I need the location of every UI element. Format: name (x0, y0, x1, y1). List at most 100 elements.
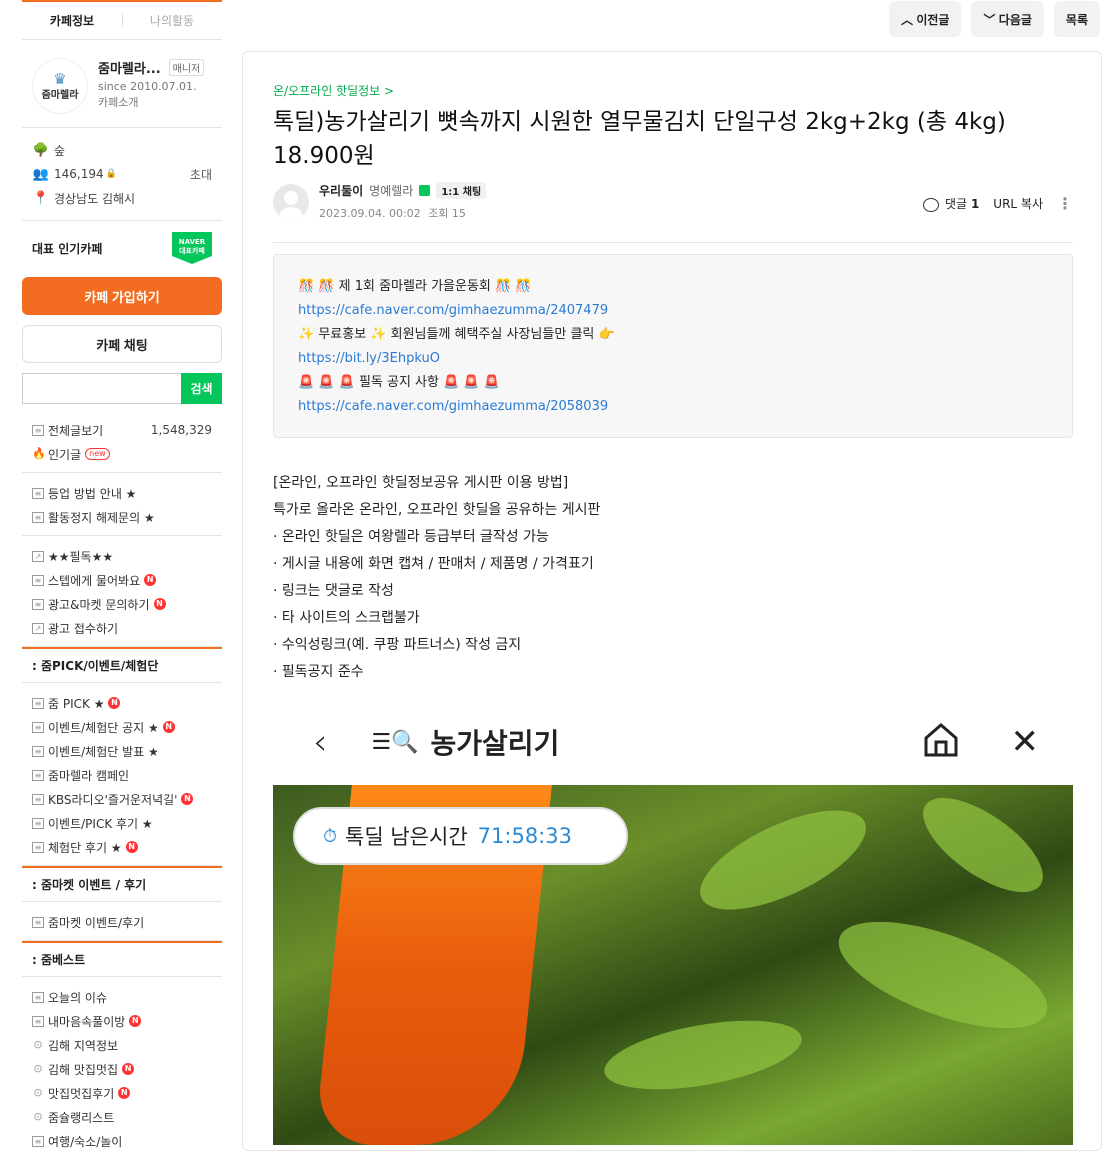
menu-item[interactable]: ≡ 활동정지 해제문의 ★ (32, 505, 222, 529)
crown-icon: ♛ (53, 69, 67, 88)
body-line: [온라인, 오프라인 핫딜정보공유 게시판 이용 방법] (273, 475, 569, 491)
all-posts-count: 1,548,329 (150, 423, 212, 437)
menu-item[interactable]: ≡ 이벤트/체험단 발표 ★ (32, 739, 222, 763)
back-arrow-icon: ‹ (313, 721, 328, 763)
new-n-badge: N (125, 841, 138, 853)
body-line: · 게시글 내용에 화면 캡쳐 / 판매처 / 제품명 / 가격표기 (273, 556, 594, 572)
naver-representative-badge[interactable]: NAVER 대표카페 (172, 232, 212, 264)
board-icon: ≡ (32, 574, 44, 586)
cafe-intro-link[interactable]: 카페소개 (98, 94, 204, 110)
menu-item[interactable]: ≡ 오늘의 이슈 (32, 985, 222, 1009)
tab-my-activity[interactable]: 나의활동 (122, 12, 222, 29)
board-icon: ≡ (32, 1015, 44, 1027)
menu-item[interactable]: ⊙ 김해 지역정보 (32, 1033, 222, 1057)
menu-group-3: ≡ 줌 PICK ★ N ≡ 이벤트/체험단 공지 ★ N ≡ 이벤트/체험단 발표 ★ … (22, 683, 222, 866)
post-views: 조회 15 (428, 207, 466, 220)
board-link[interactable]: 온/오프라인 핫딜정보 > (273, 82, 394, 99)
notice-link[interactable]: https://cafe.naver.com/gimhaezumma/20580… (298, 395, 1048, 419)
menu-section-zummarket: : 줌마켓 이벤트 / 후기 (22, 866, 222, 902)
cafe-logo[interactable]: ♛ 줌마렐라 (32, 58, 88, 114)
menu-popular-posts[interactable]: 🔥 인기글 new (32, 442, 222, 466)
post-author: 우리둘이 명예렐라 1:1 채팅 2023.09.04. 00:02 조회 15 (273, 182, 487, 221)
notice-line: ✨ 무료홍보 ✨ 회원님들께 혜택주실 사장님들만 클릭 👉 (298, 327, 615, 342)
menu-item[interactable]: ⊙ 맛집멋집후기 N (32, 1081, 222, 1105)
comment-icon (923, 197, 940, 212)
tab-cafe-info[interactable]: 카페정보 (22, 12, 122, 29)
menu-section-zumpick: : 줌PICK/이벤트/체험단 (22, 647, 222, 683)
board-icon: ↗ (32, 622, 44, 634)
post-navigation: ︿ 이전글 ﹀ 다음글 목록 (888, 1, 1100, 37)
one-to-one-chat-button[interactable]: 1:1 채팅 (436, 182, 487, 199)
board-icon: ≡ (32, 916, 44, 928)
new-n-badge: N (118, 1087, 131, 1099)
notice-link[interactable]: https://bit.ly/3EhpkuO (298, 347, 1048, 371)
comment-count: 1 (970, 197, 980, 211)
menu-all-posts[interactable]: ≡ 전체글보기 1,548,329 (32, 418, 222, 442)
cafe-level[interactable]: 숲 (54, 142, 65, 159)
new-n-badge: N (129, 1015, 142, 1027)
fire-icon: 🔥 (32, 446, 46, 460)
menu-item[interactable]: ≡ 광고&마켓 문의하기 N (32, 592, 222, 616)
menu-item[interactable]: ≡ 이벤트/PICK 후기 ★ (32, 811, 222, 835)
new-n-badge: N (108, 697, 121, 709)
cafe-search: 검색 (22, 373, 222, 404)
menu-group-1: ≡ 등업 방법 안내 ★ ≡ 활동정지 해제문의 ★ (22, 473, 222, 536)
menu-item[interactable]: ≡ 체험단 후기 ★ N (32, 835, 222, 859)
menu-item[interactable]: ≡ 이벤트/체험단 공지 ★ N (32, 715, 222, 739)
menu-item[interactable]: ⊙ 김해 맛집멋집 N (32, 1057, 222, 1081)
new-n-badge: N (181, 793, 194, 805)
menu-item[interactable]: ≡ 줌마켓 이벤트/후기 (32, 910, 222, 934)
menu-group-5: ≡ 오늘의 이슈 ≡ 내마음속풀이방 N ⊙ 김해 지역정보 ⊙ 김해 맛집멋집 N ⊙ 맛집… (22, 977, 222, 1159)
post-title: 톡딜)농가살리기 뼛속까지 시원한 열무물김치 단일구성 2kg+2kg (총 … (273, 109, 1006, 169)
menu-item[interactable]: ≡ 등업 방법 안내 ★ (32, 481, 222, 505)
body-line: · 타 사이트의 스크랩불가 (273, 610, 420, 626)
list-button[interactable]: 목록 (1053, 1, 1100, 37)
menu-item[interactable]: ⊙ 줌슐랭리스트 (32, 1105, 222, 1129)
captured-app-header: ‹ ☰🔍 농가살리기 ✕ (273, 707, 1073, 777)
notice-box: 🎊 🎊 제 1회 줌마렐라 가을운동회 🎊 🎊 https://cafe.nav… (273, 254, 1073, 438)
menu-item[interactable]: ≡ 줌 PICK ★ N (32, 691, 222, 715)
captured-app-title: 농가살리기 (430, 727, 560, 760)
product-photo: ⏱ 톡딜 남은시간 71:58:33 (273, 785, 1073, 1145)
url-copy-button[interactable]: URL 복사 (993, 195, 1043, 212)
board-icon: ≡ (32, 511, 44, 523)
menu-item[interactable]: ≡ 줌마렐라 캠페인 (32, 763, 222, 787)
board-icon: ≡ (32, 841, 44, 853)
next-post-button[interactable]: ﹀ 다음글 (971, 1, 1044, 37)
manager-badge: 매니저 (168, 59, 205, 76)
cafe-name[interactable]: 줌마렐라... (98, 58, 161, 77)
menu-item[interactable]: ≡ 내마음속풀이방 N (32, 1009, 222, 1033)
body-line: 특가로 올라온 온라인, 오프라인 핫딜을 공유하는 게시판 (273, 502, 601, 518)
post-body: [온라인, 오프라인 핫딜정보공유 게시판 이용 방법] 특가로 올라온 온라인… (273, 470, 600, 686)
sidebar-tabs: 카페정보 나의활동 (22, 0, 222, 40)
notice-link[interactable]: https://cafe.naver.com/gimhaezumma/24074… (298, 299, 1048, 323)
notice-line: 🚨 🚨 🚨 필독 공지 사항 🚨 🚨 🚨 (298, 375, 500, 390)
menu-item[interactable]: ≡ KBS라디오'즐거운저녁길' N (32, 787, 222, 811)
popular-cafe-label: 대표 인기카페 (32, 241, 103, 256)
invite-link[interactable]: 초대 (190, 166, 212, 183)
notice-line: 🎊 🎊 제 1회 줌마렐라 가을운동회 🎊 🎊 (298, 279, 532, 294)
search-input[interactable] (22, 373, 181, 404)
post-date: 2023.09.04. 00:02 (319, 207, 421, 220)
menu-group-2: ↗ ★★필독★★ ≡ 스텝에게 물어봐요 N ≡ 광고&마켓 문의하기 N ↗ 광고 접수하… (22, 536, 222, 647)
board-icon: ≡ (32, 817, 44, 829)
new-n-badge: N (153, 598, 166, 610)
menu-item[interactable]: ↗ ★★필독★★ (32, 544, 222, 568)
join-cafe-button[interactable]: 카페 가입하기 (22, 277, 222, 315)
avatar[interactable] (273, 183, 309, 220)
cafe-chat-button[interactable]: 카페 채팅 (22, 325, 222, 363)
search-button[interactable]: 검색 (181, 373, 222, 404)
prev-post-button[interactable]: ︿ 이전글 (888, 1, 962, 37)
menu-item[interactable]: ≡ 여행/숙소/놀이 (32, 1129, 222, 1153)
more-options-icon[interactable]: ⋮ (1057, 194, 1073, 213)
location-pin-icon: ⊙ (33, 1061, 43, 1075)
menu-item[interactable]: ↗ 광고 접수하기 (32, 616, 222, 640)
grade-icon (419, 185, 431, 196)
author-grade: 명예렐라 (369, 184, 414, 198)
location-pin-icon: ⊙ (33, 1109, 43, 1123)
menu-item[interactable]: ≡ 스텝에게 물어봐요 N (32, 568, 222, 592)
chevron-down-icon: ﹀ (983, 12, 999, 27)
lock-icon: 🔒 (105, 169, 117, 179)
author-name[interactable]: 우리둘이 (319, 182, 363, 199)
comment-button[interactable]: 댓글 1 (923, 195, 979, 212)
